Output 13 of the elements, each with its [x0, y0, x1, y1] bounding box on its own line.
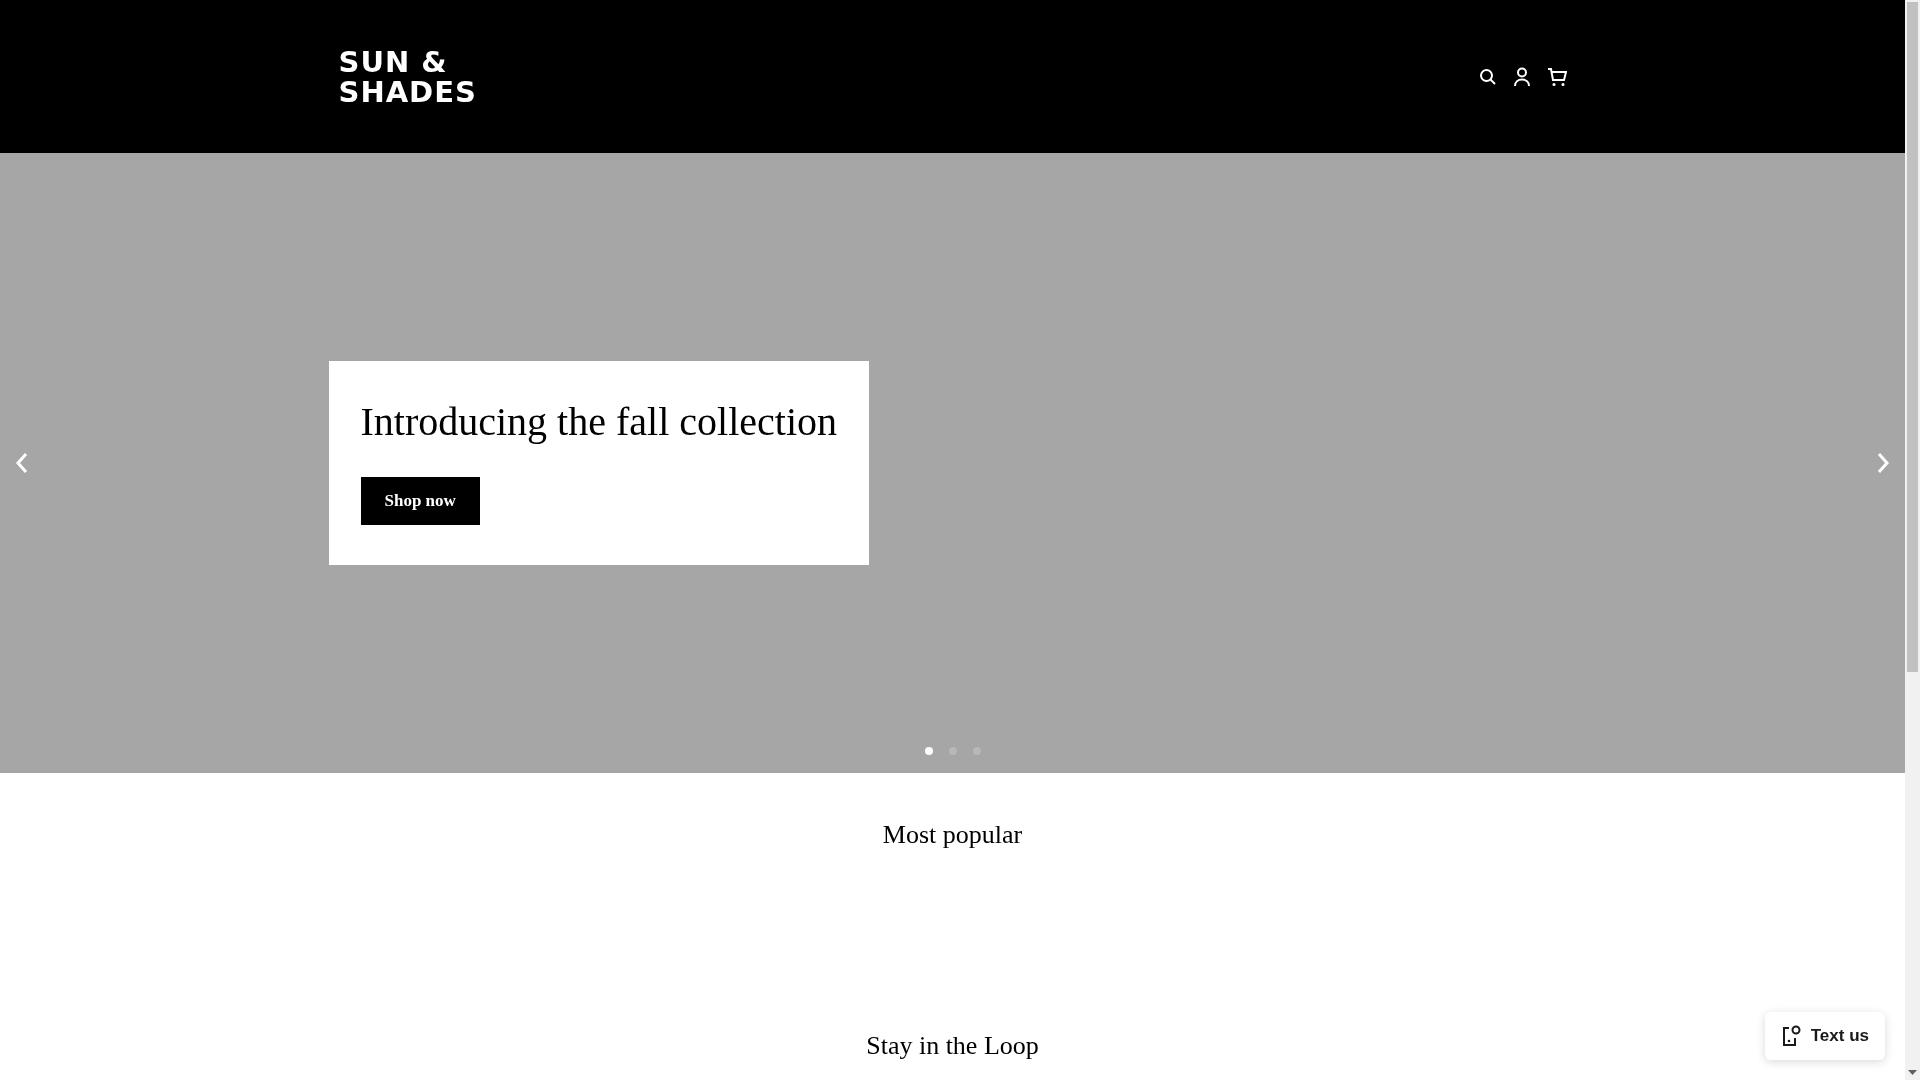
logo[interactable]: SUN & SHADES: [338, 46, 477, 107]
scrollbar[interactable]: [1905, 0, 1920, 1080]
search-icon[interactable]: [1478, 67, 1497, 86]
section-title: Stay in the Loop: [866, 1030, 1039, 1062]
scroll-down-icon[interactable]: [1908, 1070, 1917, 1075]
text-us-button[interactable]: Text us: [1764, 1012, 1885, 1060]
cart-icon[interactable]: [1546, 66, 1567, 87]
account-icon[interactable]: [1512, 66, 1531, 87]
shop-now-button[interactable]: Shop now: [360, 477, 480, 525]
slide-dot[interactable]: [924, 747, 933, 755]
section-title: Most popular: [882, 819, 1023, 851]
phone-chat-icon: [1780, 1025, 1801, 1047]
hero-title: Introducing the fall collection: [360, 398, 837, 446]
